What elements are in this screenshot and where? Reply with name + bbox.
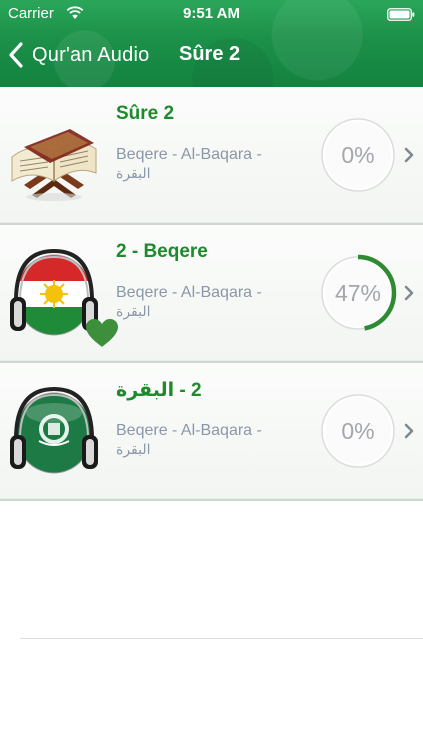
quran-book-icon (11, 129, 97, 201)
back-button[interactable]: Qur'an Audio (8, 39, 149, 71)
chevron-right-icon (404, 147, 414, 163)
row-subtitle: Beqere - Al-Baqara - (116, 146, 262, 163)
progress-label: 0% (341, 142, 375, 168)
back-chevron-icon (9, 42, 23, 68)
row-subtitle-arabic: البقرة (116, 442, 151, 458)
nav-bar: Qur'an Audio Sûre 2 (0, 28, 423, 84)
row-title: 2 - البقرة (116, 380, 202, 401)
row-subtitle: Beqere - Al-Baqara - (116, 284, 262, 301)
row-subtitle-arabic: البقرة (116, 166, 151, 182)
status-bar: Carrier 9:51 AM (0, 0, 423, 28)
clock: 9:51 AM (183, 5, 240, 22)
chevron-right-icon (404, 285, 414, 301)
favorite-heart-icon[interactable] (84, 317, 120, 349)
row-title: 2 - Beqere (116, 241, 208, 262)
header: Carrier 9:51 AM Qur'an Audio Sûre 2 (0, 0, 423, 87)
battery-icon (387, 8, 415, 21)
progress-label: 0% (341, 418, 375, 444)
track-list: Sûre 2 Beqere - Al-Baqara - البقرة 0% 2 … (0, 87, 423, 501)
chevron-right-icon (404, 423, 414, 439)
list-item[interactable]: Sûre 2 Beqere - Al-Baqara - البقرة 0% (0, 87, 423, 225)
list-item[interactable]: 2 - Beqere Beqere - Al-Baqara - البقرة 4… (0, 225, 423, 363)
row-subtitle: Beqere - Al-Baqara - (116, 422, 262, 439)
page-title: Sûre 2 (179, 43, 241, 65)
back-label: Qur'an Audio (32, 43, 150, 66)
separator-line (20, 638, 423, 639)
list-item[interactable]: 2 - البقرة Beqere - Al-Baqara - البقرة 0… (0, 363, 423, 501)
row-title: Sûre 2 (116, 103, 175, 124)
headphones-arab-league-flag-icon (10, 386, 98, 474)
row-subtitle-arabic: البقرة (116, 304, 151, 320)
progress-label: 47% (334, 280, 382, 306)
